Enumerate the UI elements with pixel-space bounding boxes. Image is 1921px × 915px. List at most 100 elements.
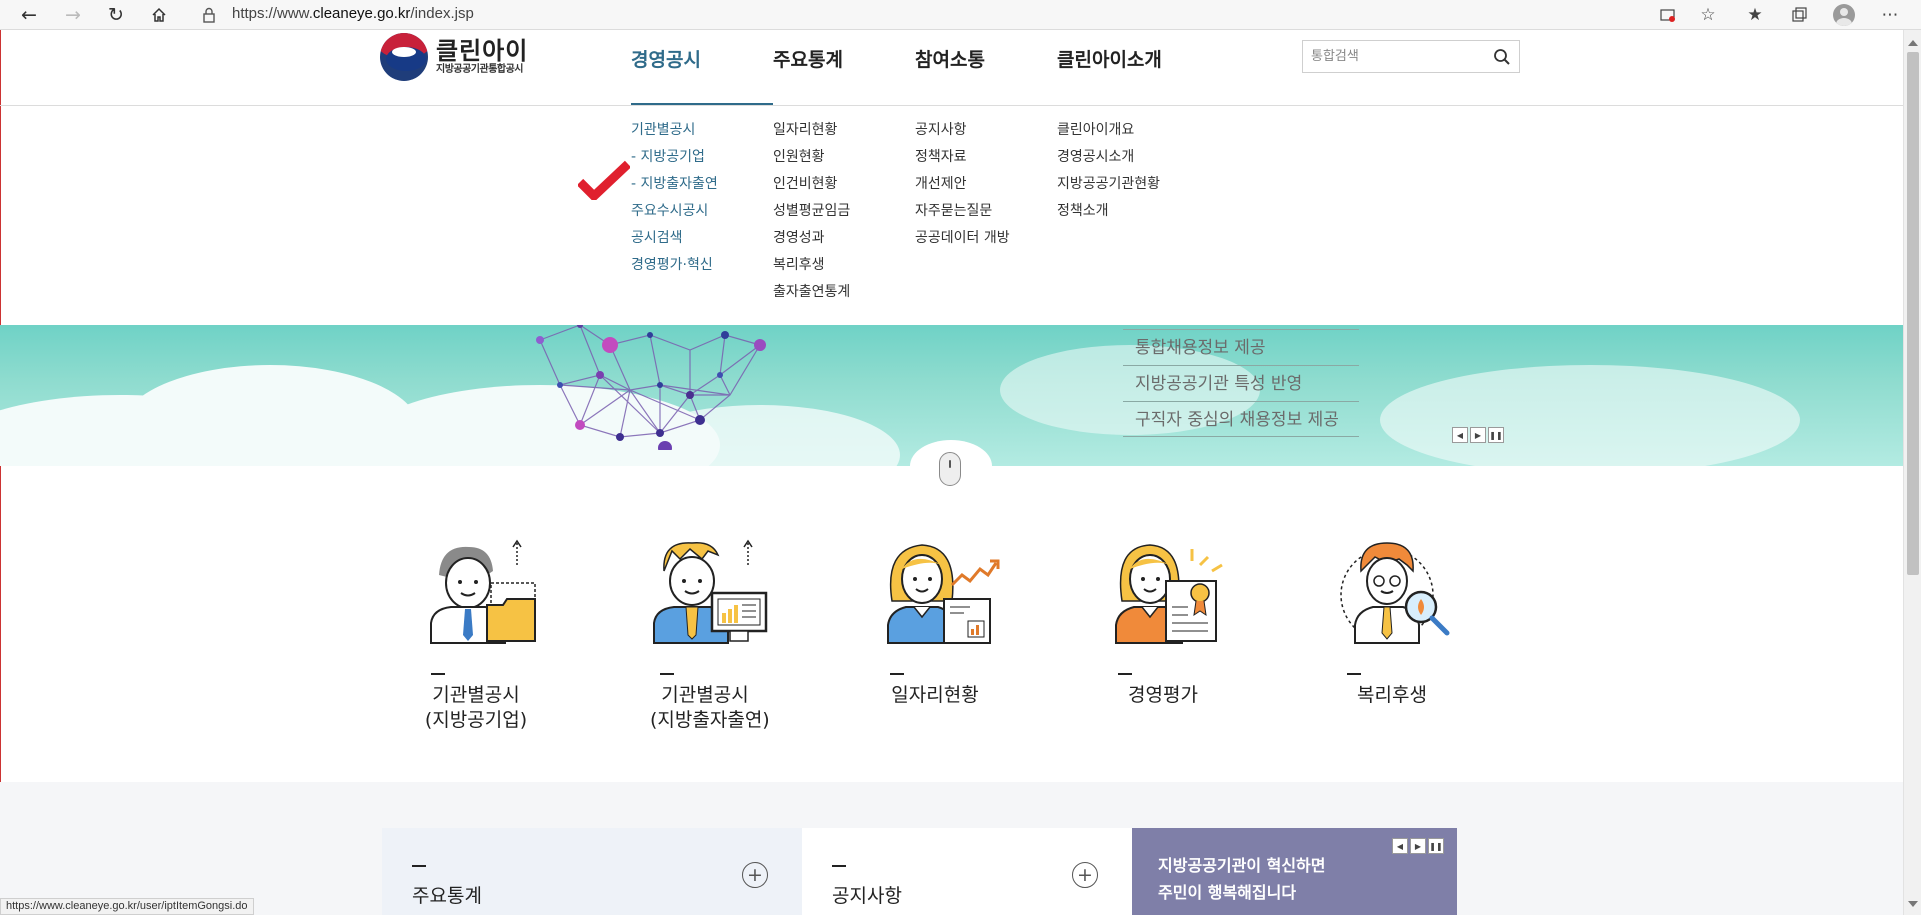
- quick-link-label-line2: (지방공기업): [424, 709, 528, 731]
- quick-link-dash: [890, 673, 904, 675]
- submenu-item-disclosure-search[interactable]: 공시검색: [631, 225, 718, 252]
- stats-more-plus-icon[interactable]: +: [742, 862, 768, 888]
- logo-subtitle: 지방공공기관통합공시: [436, 64, 524, 75]
- promo-next-icon[interactable]: ▶: [1410, 838, 1426, 854]
- quick-link-label-line1: 일자리현황: [891, 684, 979, 706]
- quick-link-label-line1: 경영평가: [1128, 684, 1198, 706]
- submenu-item-gongsi-intro[interactable]: 경영공시소개: [1057, 144, 1160, 171]
- search-input[interactable]: [1309, 46, 1485, 66]
- submenu-item-policy-intro[interactable]: 정책소개: [1057, 198, 1160, 225]
- banner-pause-icon[interactable]: ❚❚: [1488, 427, 1504, 443]
- browser-toolbar: ← → ↻ https://www.cleaneye.go.kr/index.j…: [0, 0, 1921, 30]
- quick-link-evaluation[interactable]: 경영평가: [1108, 535, 1258, 708]
- more-menu-icon[interactable]: ⋯: [1877, 3, 1903, 27]
- quick-link-label-line1: 복리후생: [1357, 684, 1427, 706]
- submenu-item-welfare[interactable]: 복리후생: [773, 252, 850, 279]
- quick-link-label: 일자리현황: [880, 683, 990, 708]
- url-prefix: https://www.: [232, 5, 313, 22]
- promo-banner[interactable]: ◀ ▶ ❚❚ 지방공공기관이 혁신하면 주민이 행복해집니다: [1132, 828, 1457, 915]
- back-icon[interactable]: ←: [14, 2, 44, 28]
- gnb-item-statistics[interactable]: 주요통계: [773, 45, 843, 72]
- site-logo[interactable]: 클린아이 지방공공기관통합공시: [380, 32, 528, 82]
- woman-certificate-illustration: [1115, 544, 1223, 644]
- submenu-column-about: 클린아이개요 경영공시소개 지방공공기관현황 정책소개: [1057, 117, 1160, 225]
- quick-link-jobs[interactable]: 일자리현황: [880, 535, 1030, 708]
- profile-avatar[interactable]: [1831, 3, 1857, 27]
- stats-panel-title: 주요통계: [412, 885, 482, 907]
- submenu-item-notice[interactable]: 공지사항: [915, 117, 1010, 144]
- scrollbar-thumb[interactable]: [1907, 52, 1919, 575]
- official-folder-illustration: [430, 539, 536, 644]
- scroll-mouse-icon[interactable]: [939, 452, 961, 486]
- gnb-item-gyeongyeong-gongsi[interactable]: 경영공시: [631, 45, 701, 72]
- panel-dash: [832, 865, 846, 867]
- home-icon[interactable]: [144, 2, 174, 28]
- submenu-item-jobs[interactable]: 일자리현황: [773, 117, 850, 144]
- submenu-item-contribution-stats[interactable]: 출자출연통계: [773, 279, 850, 306]
- quick-link-label: 복리후생: [1337, 683, 1447, 708]
- url-path: /index.jsp: [410, 5, 474, 22]
- submenu-item-personnel[interactable]: 인원현황: [773, 144, 850, 171]
- banner-item[interactable]: 지방공공기관 특성 반영: [1123, 365, 1359, 401]
- submenu-item-gigwanbyeol[interactable]: 기관별공시: [631, 117, 718, 144]
- submenu-item-local-public-enterprise[interactable]: - 지방공기업: [631, 144, 718, 171]
- submenu-item-evaluation-innovation[interactable]: 경영평가·혁신: [631, 252, 718, 279]
- banner-item[interactable]: 통합채용정보 제공: [1123, 329, 1359, 365]
- collections-icon[interactable]: [1786, 3, 1812, 27]
- submenu-column-statistics: 일자리현황 인원현황 인건비현황 성별평균임금 경영성과 복리후생 출자출연통계: [773, 117, 850, 306]
- submenu-item-open-data[interactable]: 공공데이터 개방: [915, 225, 1010, 252]
- gnb-item-participation[interactable]: 참여소통: [915, 45, 985, 72]
- scroll-up-icon[interactable]: [1908, 40, 1918, 46]
- quick-link-label: 기관별공시 (지방출자출연): [650, 683, 770, 733]
- submenu-item-suggestion[interactable]: 개선제안: [915, 171, 1010, 198]
- favorite-star-icon[interactable]: ☆: [1695, 3, 1721, 27]
- refresh-icon[interactable]: ↻: [101, 2, 131, 28]
- tracking-icon[interactable]: [1655, 3, 1681, 27]
- submenu-item-major-disclosure[interactable]: 주요수시공시: [631, 198, 718, 225]
- quick-link-label-line2: (지방출자출연): [650, 709, 770, 731]
- banner-next-icon[interactable]: ▶: [1470, 427, 1486, 443]
- gnb-item-about[interactable]: 클린아이소개: [1057, 45, 1162, 72]
- submenu-item-local-contribution[interactable]: - 지방출자출연: [631, 171, 718, 198]
- submenu-column-gongsi: 기관별공시 - 지방공기업 - 지방출자출연 주요수시공시 공시검색 경영평가·…: [631, 117, 718, 279]
- submenu-item-institution-status[interactable]: 지방공공기관현황: [1057, 171, 1160, 198]
- man-magnifier-illustration: [1340, 542, 1450, 644]
- promo-line-2: 주민이 행복해집니다: [1158, 883, 1297, 902]
- banner-feature-list: 통합채용정보 제공 지방공공기관 특성 반영 구직자 중심의 채용정보 제공: [1123, 329, 1359, 437]
- promo-pause-icon[interactable]: ❚❚: [1428, 838, 1444, 854]
- taegeuk-logo-icon: [380, 33, 428, 81]
- banner-controls: ◀ ▶ ❚❚: [1452, 427, 1504, 443]
- header-divider: [0, 105, 1903, 106]
- banner-item[interactable]: 구직자 중심의 채용정보 제공: [1123, 401, 1359, 437]
- lock-icon: [203, 7, 215, 23]
- promo-controls: ◀ ▶ ❚❚: [1392, 838, 1444, 854]
- quick-link-dash: [1347, 673, 1361, 675]
- favorites-list-icon[interactable]: ★: [1742, 3, 1768, 27]
- quick-link-label: 기관별공시 (지방공기업): [421, 683, 531, 733]
- network-globe-illustration: [536, 325, 766, 450]
- notice-more-plus-icon[interactable]: +: [1072, 862, 1098, 888]
- submenu-item-policy-docs[interactable]: 정책자료: [915, 144, 1010, 171]
- quick-link-local-enterprise[interactable]: 기관별공시 (지방공기업): [421, 535, 571, 733]
- search-icon[interactable]: [1493, 48, 1511, 66]
- submenu-item-gender-wage[interactable]: 성별평균임금: [773, 198, 850, 225]
- vertical-scrollbar[interactable]: [1903, 30, 1921, 915]
- submenu-item-faq[interactable]: 자주묻는질문: [915, 198, 1010, 225]
- status-bar-url: https://www.cleaneye.go.kr/user/iptItemG…: [0, 898, 254, 915]
- submenu-item-labor-cost[interactable]: 인건비현황: [773, 171, 850, 198]
- red-checkmark-icon: [578, 160, 630, 200]
- forward-icon[interactable]: →: [58, 2, 88, 28]
- submenu-item-overview[interactable]: 클린아이개요: [1057, 117, 1160, 144]
- quick-link-local-contribution[interactable]: 기관별공시 (지방출자출연): [650, 535, 800, 733]
- submenu-item-performance[interactable]: 경영성과: [773, 225, 850, 252]
- quick-link-welfare[interactable]: 복리후생: [1337, 535, 1487, 708]
- notice-panel: 공지사항 +: [802, 828, 1132, 915]
- quick-link-label-line1: 기관별공시: [661, 684, 749, 706]
- logo-name: 클린아이: [436, 37, 529, 65]
- address-bar[interactable]: https://www.cleaneye.go.kr/index.jsp: [232, 5, 474, 22]
- scroll-down-icon[interactable]: [1908, 901, 1918, 907]
- banner-prev-icon[interactable]: ◀: [1452, 427, 1468, 443]
- official-computer-illustration: [653, 539, 768, 644]
- promo-prev-icon[interactable]: ◀: [1392, 838, 1408, 854]
- stats-panel: 주요통계 +: [382, 828, 802, 915]
